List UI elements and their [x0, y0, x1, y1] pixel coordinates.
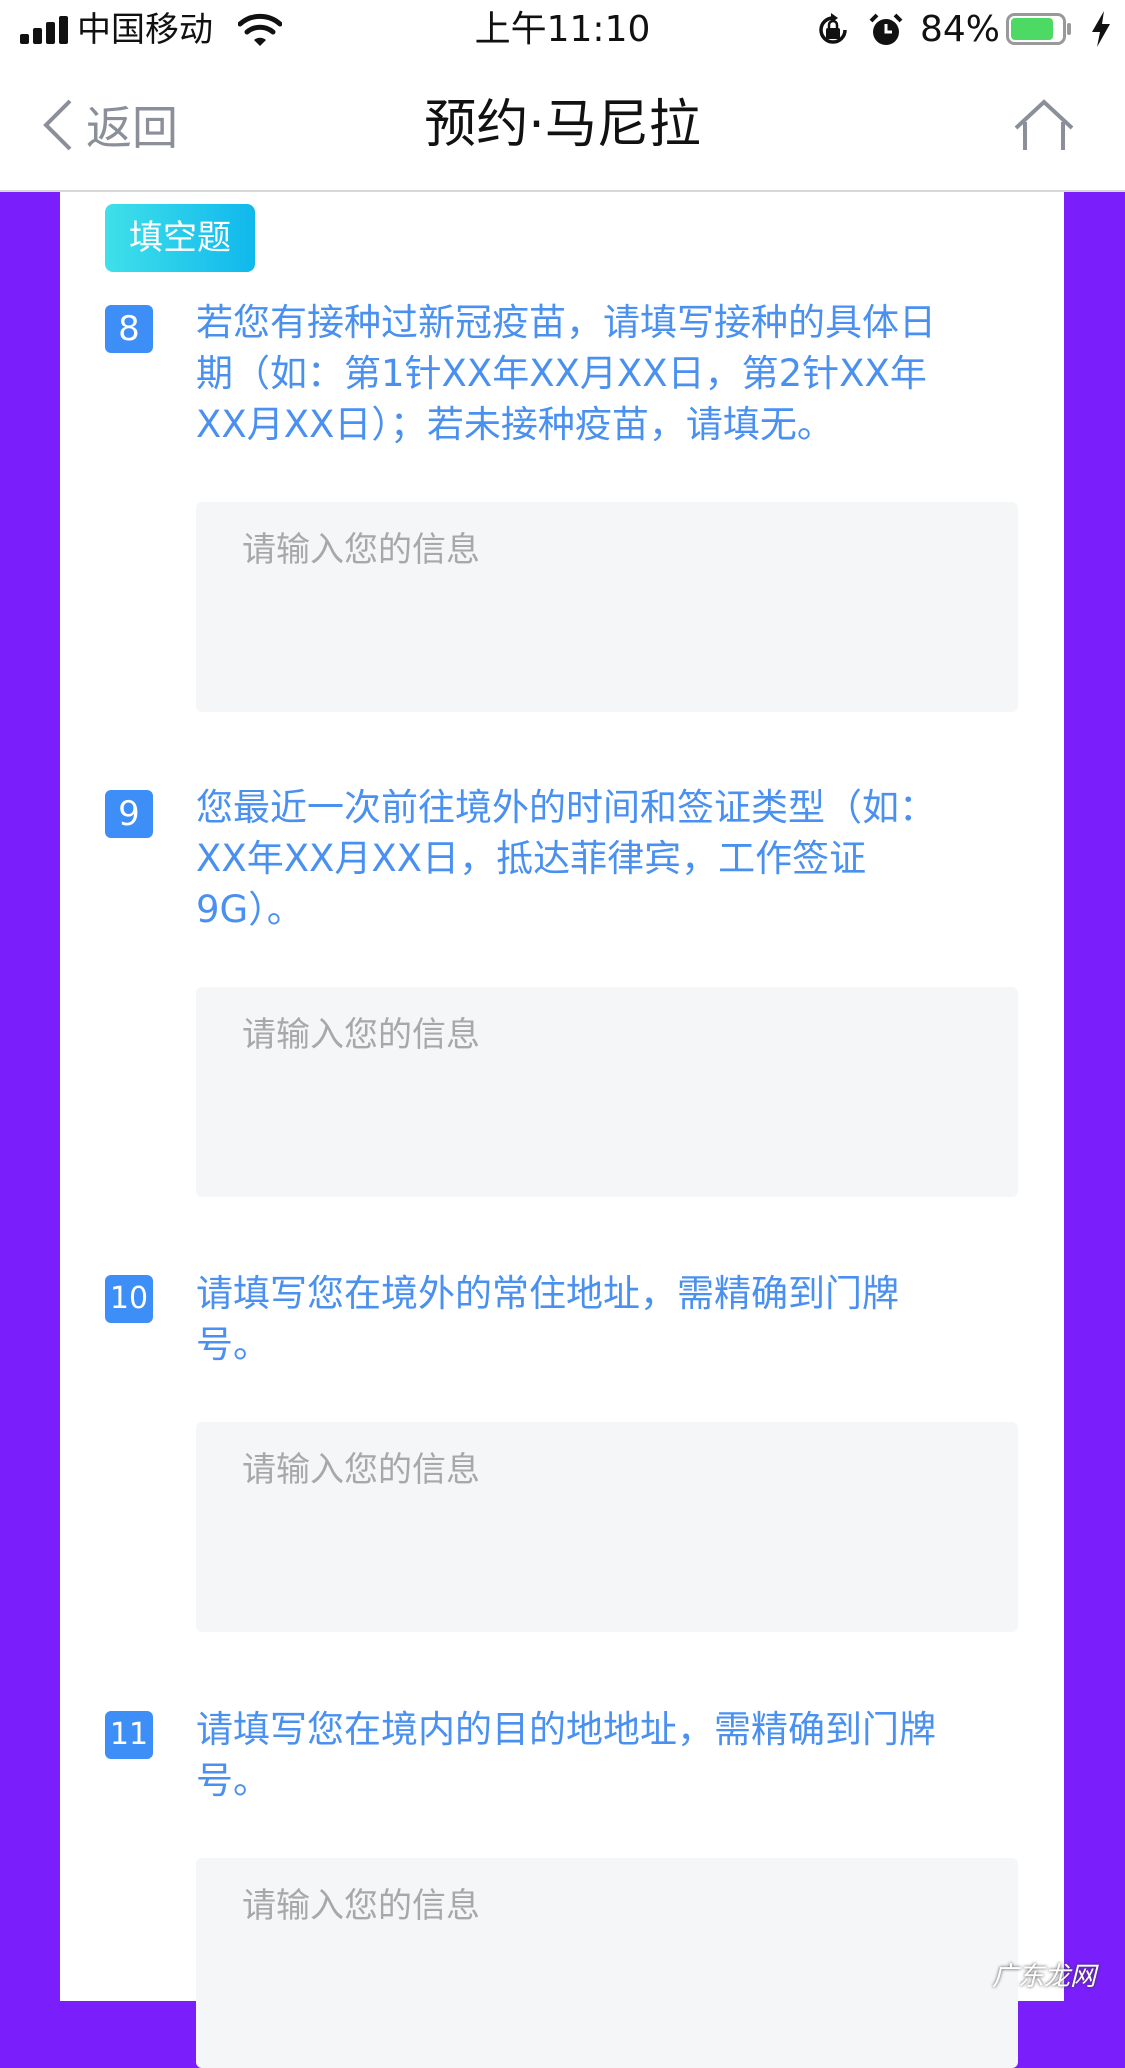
question-number-badge: 10 — [105, 1275, 153, 1323]
battery-percent: 84% — [920, 9, 1001, 50]
watermark: 广东龙网 — [992, 1962, 1097, 1992]
question-number-badge: 11 — [105, 1711, 153, 1759]
answer-input[interactable] — [196, 987, 1018, 1197]
answer-input[interactable] — [196, 1858, 1018, 2068]
answer-input[interactable] — [196, 502, 1018, 712]
survey-card: 填空题 8 若您有接种过新冠疫苗，请填写接种的具体日 期（如：第1针XX年XX月… — [60, 192, 1064, 2068]
answer-input[interactable] — [196, 1422, 1018, 1632]
question-text: 您最近一次前往境外的时间和签证类型（如： XX年XX月XX日，抵达菲律宾，工作签… — [196, 786, 936, 931]
question-text: 若您有接种过新冠疫苗，请填写接种的具体日 期（如：第1针XX年XX月XX日，第2… — [196, 301, 936, 446]
orientation-lock-icon — [819, 13, 847, 44]
status-bar: 中国移动 上午11:10 84% — [0, 0, 1125, 62]
charging-icon — [1092, 11, 1110, 47]
question-type-badge: 填空题 — [105, 204, 255, 272]
question-text: 请填写您在境外的常住地址，需精确到门牌 号。 — [196, 1272, 899, 1366]
battery-icon — [1006, 13, 1071, 45]
question-number-badge: 9 — [105, 790, 153, 838]
navigation-bar: 返回 预约·马尼拉 — [0, 62, 1125, 192]
home-icon[interactable] — [1012, 98, 1076, 154]
question-text: 请填写您在境内的目的地地址，需精确到门牌 号。 — [196, 1708, 936, 1802]
page-title: 预约·马尼拉 — [424, 95, 701, 155]
alarm-icon — [869, 13, 903, 45]
question-number-badge: 8 — [105, 305, 153, 353]
